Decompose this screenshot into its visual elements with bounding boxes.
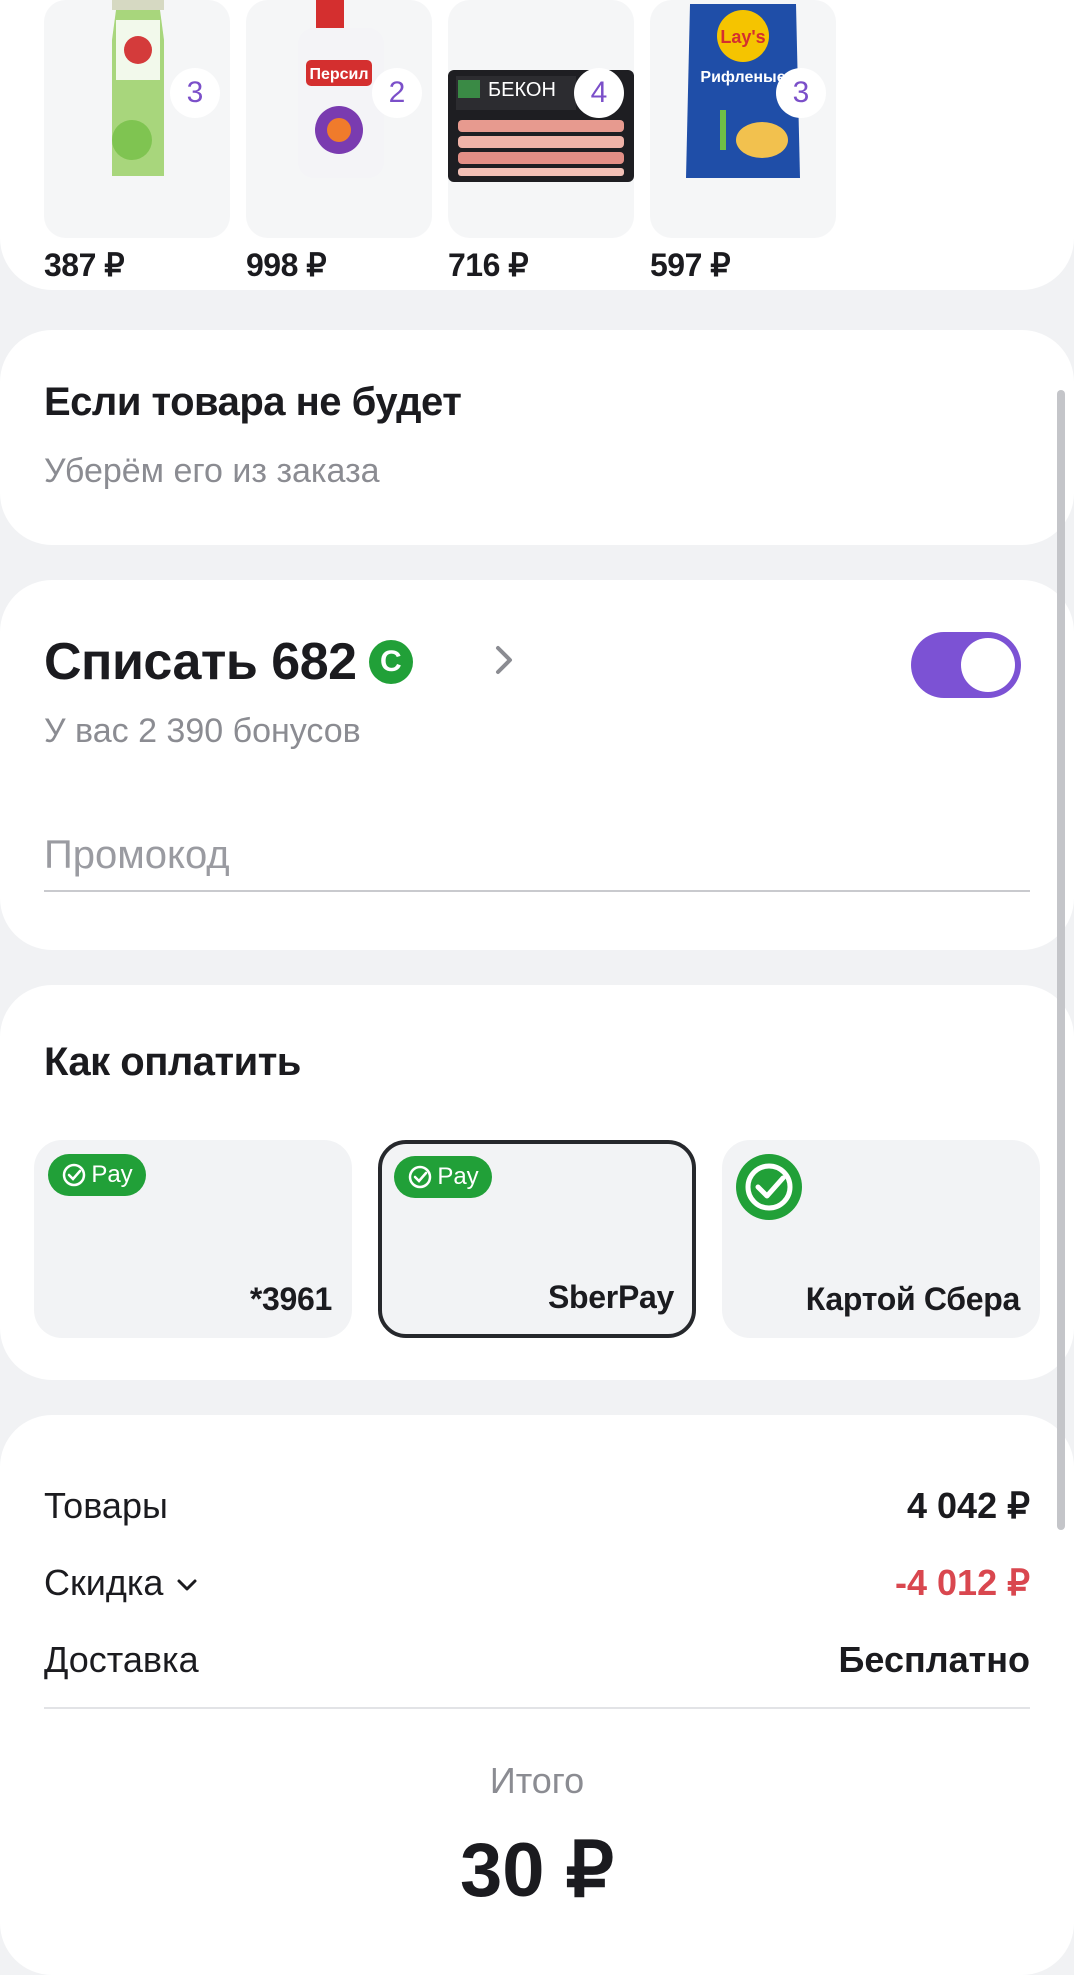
payment-card: Как оплатить Pay *3961 Pay SberPay Карто… [0, 985, 1074, 1380]
chips-bag-image: Lay's Рифленые [686, 4, 800, 178]
bonus-toggle[interactable] [911, 632, 1021, 698]
bonus-card: Списать 682 С У вас 2 390 бонусов [0, 580, 1074, 950]
check-circle-icon [409, 1165, 432, 1189]
missing-item-card[interactable]: Если товара не будет Уберём его из заказ… [0, 330, 1074, 545]
product-item-persil[interactable]: Персил 2 998 ₽ [246, 0, 432, 284]
bacon-brand-text: БЕКОН [488, 79, 556, 101]
sber-pay-badge: Pay [394, 1156, 492, 1198]
discount-value: -4 012 ₽ [895, 1562, 1030, 1603]
bonus-title: Списать 682 [44, 633, 357, 691]
bonus-balance: У вас 2 390 бонусов [44, 712, 361, 750]
product-price: 998 ₽ [246, 247, 327, 283]
lays-brand-text: Lay's [720, 27, 765, 47]
payment-option-label: SberPay [548, 1279, 674, 1315]
summary-goods-row: Товары 4 042 ₽ [44, 1485, 1030, 1535]
goods-value: 4 042 ₽ [907, 1485, 1030, 1526]
products-card: 3 387 ₽ Персил 2 998 ₽ БЕКОН 4 716 ₽ Lay… [0, 0, 1074, 290]
toggle-knob [961, 638, 1015, 692]
quantity-badge: 3 [776, 68, 826, 118]
quantity-badge: 3 [170, 68, 220, 118]
bacon-pack-image: БЕКОН [448, 70, 634, 182]
page-scrollbar[interactable] [1057, 390, 1065, 1530]
product-item-lays[interactable]: Lay's Рифленые 3 597 ₽ [650, 0, 836, 284]
promo-code-input[interactable] [44, 820, 1030, 892]
persil-brand-text: Персил [309, 66, 368, 83]
check-circle-icon [63, 1163, 86, 1187]
product-image: Персил 2 [246, 0, 432, 238]
payment-option-label: *3961 [249, 1281, 332, 1317]
total-label: Итого [489, 1760, 585, 1801]
product-item-apple-juice[interactable]: 3 387 ₽ [44, 0, 230, 284]
sber-pay-badge: Pay [48, 1154, 146, 1196]
product-price: 716 ₽ [448, 247, 529, 283]
detergent-bottle-image: Персил [298, 0, 384, 178]
discount-label: Скидка [44, 1562, 164, 1603]
lays-flavor-text: Рифленые [700, 69, 785, 86]
product-image: 3 [44, 0, 230, 238]
summary-divider [44, 1707, 1030, 1709]
product-price: 597 ₽ [650, 247, 731, 283]
order-summary-card: Товары 4 042 ₽ Скидка -4 012 ₽ Доставка … [0, 1415, 1074, 1975]
total-value: 30 ₽ [459, 1828, 614, 1913]
goods-label: Товары [44, 1485, 168, 1526]
bonus-coin-icon: С [368, 640, 413, 684]
chevron-right-icon[interactable] [486, 642, 522, 678]
delivery-label: Доставка [44, 1639, 199, 1680]
missing-item-subtitle: Уберём его из заказа [44, 452, 380, 490]
product-item-bacon[interactable]: БЕКОН 4 716 ₽ [448, 0, 634, 284]
quantity-badge: 4 [574, 68, 624, 118]
discount-label-wrap: Скидка [44, 1562, 201, 1604]
summary-delivery-row: Доставка Бесплатно [44, 1639, 1030, 1689]
payment-option-label: Картой Сбера [805, 1281, 1021, 1317]
bonus-title-row[interactable]: Списать 682 С [44, 632, 413, 692]
juice-carton-image [112, 0, 164, 176]
payment-option-sberpay[interactable]: Pay SberPay [378, 1140, 696, 1338]
quantity-badge: 2 [372, 68, 422, 118]
product-image: Lay's Рифленые 3 [650, 0, 836, 238]
summary-discount-row[interactable]: Скидка -4 012 ₽ [44, 1562, 1030, 1612]
chevron-down-icon[interactable] [173, 1571, 201, 1599]
sber-logo-icon [736, 1154, 802, 1220]
payment-title: Как оплатить [44, 1040, 301, 1084]
pay-badge-text: Pay [91, 1161, 133, 1188]
product-image: БЕКОН 4 [448, 0, 634, 238]
missing-item-title: Если товара не будет [44, 380, 462, 424]
delivery-value: Бесплатно [838, 1639, 1030, 1680]
payment-option-sber-card[interactable]: Картой Сбера [722, 1140, 1040, 1338]
payment-option-card-3961[interactable]: Pay *3961 [34, 1140, 352, 1338]
pay-badge-text: Pay [437, 1163, 479, 1190]
product-price: 387 ₽ [44, 247, 125, 283]
